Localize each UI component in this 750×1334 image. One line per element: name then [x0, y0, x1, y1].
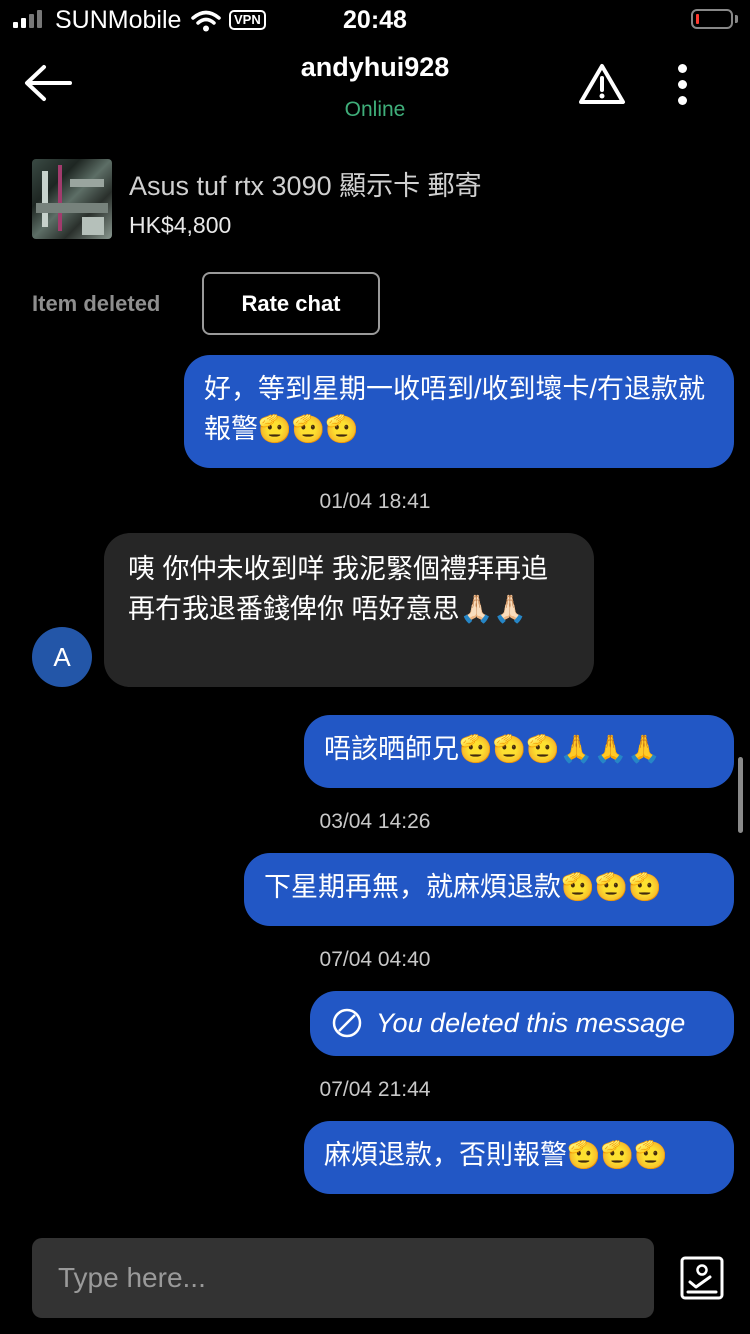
deleted-message-text: You deleted this message	[376, 1007, 686, 1038]
chat-username[interactable]: andyhui928	[0, 52, 750, 83]
scrollbar[interactable]	[738, 757, 743, 833]
message-timestamp: 01/04 18:41	[319, 490, 431, 513]
clock: 20:48	[343, 6, 407, 34]
message-timestamp: 07/04 21:44	[319, 1078, 431, 1101]
message-bubble-sent[interactable]: 唔該晒師兄🫡🫡🫡🙏🙏🙏	[304, 715, 734, 788]
message-timestamp: 07/04 04:40	[319, 948, 431, 971]
message-text: 咦 你仲未收到咩 我泥緊個禮拜再追 再冇我退番錢俾你 唔好意思🙏🏻🙏🏻	[128, 554, 549, 624]
status-bar: SUNMobile VPN 20:48	[0, 0, 750, 40]
image-upload-icon[interactable]	[680, 1256, 724, 1300]
rate-chat-button[interactable]: Rate chat	[202, 272, 380, 335]
message-timestamp: 03/04 14:26	[319, 810, 431, 833]
item-title[interactable]: Asus tuf rtx 3090 顯示卡 郵寄	[129, 164, 482, 203]
battery-icon	[691, 9, 733, 29]
deleted-message-bubble[interactable]: You deleted this message	[310, 991, 734, 1056]
message-bubble-sent[interactable]: 麻煩退款，否則報警🫡🫡🫡	[304, 1121, 734, 1194]
avatar[interactable]: A	[32, 627, 92, 687]
message-text: 麻煩退款，否則報警🫡🫡🫡	[324, 1140, 668, 1170]
more-vertical-icon[interactable]	[667, 62, 699, 106]
message-bubble-received[interactable]: 咦 你仲未收到咩 我泥緊個禮拜再追 再冇我退番錢俾你 唔好意思🙏🏻🙏🏻	[104, 533, 594, 687]
deleted-ban-icon	[332, 1008, 362, 1038]
message-text: 唔該晒師兄🫡🫡🫡🙏🙏🙏	[324, 734, 661, 764]
message-bubble-sent[interactable]: 下星期再無，就麻煩退款🫡🫡🫡	[244, 853, 734, 926]
item-thumbnail[interactable]	[32, 159, 112, 239]
battery-nub	[735, 15, 738, 23]
item-deleted-label: Item deleted	[32, 291, 161, 316]
message-text: 下星期再無，就麻煩退款🫡🫡🫡	[264, 872, 662, 902]
message-text: 好，等到星期一收唔到/收到壞卡/冇退款就報警🫡🫡🫡	[204, 374, 706, 444]
message-bubble-sent[interactable]: 好，等到星期一收唔到/收到壞卡/冇退款就報警🫡🫡🫡	[184, 355, 734, 468]
item-price: HK$4,800	[129, 212, 232, 238]
message-input[interactable]	[32, 1238, 654, 1318]
online-status: Online	[344, 98, 406, 121]
warning-triangle-icon[interactable]	[577, 62, 627, 106]
